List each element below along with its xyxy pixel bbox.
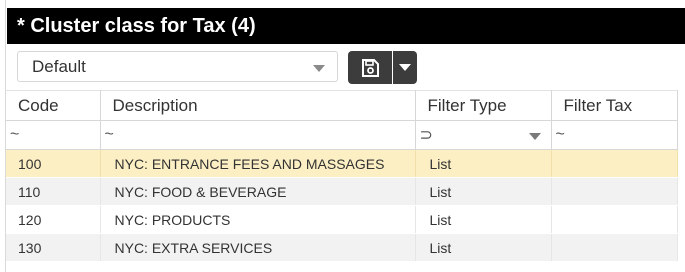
cell-code: 100 <box>6 149 101 178</box>
cell-description: NYC: ENTRANCE FEES AND MASSAGES <box>100 149 416 178</box>
chevron-down-icon <box>399 64 411 71</box>
cell-code: 110 <box>6 177 101 206</box>
cell-code: 130 <box>6 233 101 262</box>
filter-filter-type[interactable]: ⊃ <box>415 120 552 150</box>
cell-filter-type: List <box>415 233 552 262</box>
save-button[interactable] <box>348 51 392 84</box>
subset-filter-icon: ⊃ <box>419 127 433 144</box>
header-row: Code Description Filter Type Filter Tax <box>6 90 678 121</box>
filter-code[interactable]: ~ <box>6 120 101 150</box>
contains-filter-icon: ~ <box>104 126 114 143</box>
save-options-button[interactable] <box>393 51 417 84</box>
cell-code: 120 <box>6 205 101 234</box>
filter-description[interactable]: ~ <box>100 120 416 150</box>
column-header-filter-type[interactable]: Filter Type <box>415 90 552 121</box>
save-icon <box>362 58 379 77</box>
table-row[interactable]: 120 NYC: PRODUCTS List <box>6 205 678 234</box>
cell-description: NYC: FOOD & BEVERAGE <box>100 177 416 206</box>
column-header-code[interactable]: Code <box>6 90 101 121</box>
table-row[interactable]: 130 NYC: EXTRA SERVICES List <box>6 233 678 262</box>
table-row[interactable]: 100 NYC: ENTRANCE FEES AND MASSAGES List <box>6 149 678 178</box>
cell-filter-tax <box>551 177 678 206</box>
cell-filter-tax <box>551 149 678 178</box>
contains-filter-icon: ~ <box>10 126 20 143</box>
view-select[interactable]: Default <box>17 51 338 82</box>
window-title: * Cluster class for Tax (4) <box>17 14 256 37</box>
view-select-value: Default <box>32 56 86 76</box>
save-button-group <box>348 51 417 84</box>
chevron-down-icon[interactable] <box>528 133 541 140</box>
cell-filter-type: List <box>415 177 552 206</box>
cell-filter-tax <box>551 233 678 262</box>
contains-filter-icon: ~ <box>555 126 565 143</box>
tax-cluster-grid: Code Description Filter Type Filter Tax … <box>6 90 678 262</box>
cell-description: NYC: EXTRA SERVICES <box>100 233 416 262</box>
toolbar: Default <box>17 51 437 84</box>
cell-description: NYC: PRODUCTS <box>100 205 416 234</box>
cell-filter-type: List <box>415 149 552 178</box>
cell-filter-type: List <box>415 205 552 234</box>
table-row[interactable]: 110 NYC: FOOD & BEVERAGE List <box>6 177 678 206</box>
chevron-down-icon <box>313 65 325 72</box>
cell-filter-tax <box>551 205 678 234</box>
filter-filter-tax[interactable]: ~ <box>551 120 678 150</box>
window-title-bar: * Cluster class for Tax (4) <box>7 8 685 44</box>
column-header-description[interactable]: Description <box>100 90 416 121</box>
filter-row: ~ ~ ⊃ ~ <box>6 120 678 150</box>
column-header-filter-tax[interactable]: Filter Tax <box>551 90 678 121</box>
